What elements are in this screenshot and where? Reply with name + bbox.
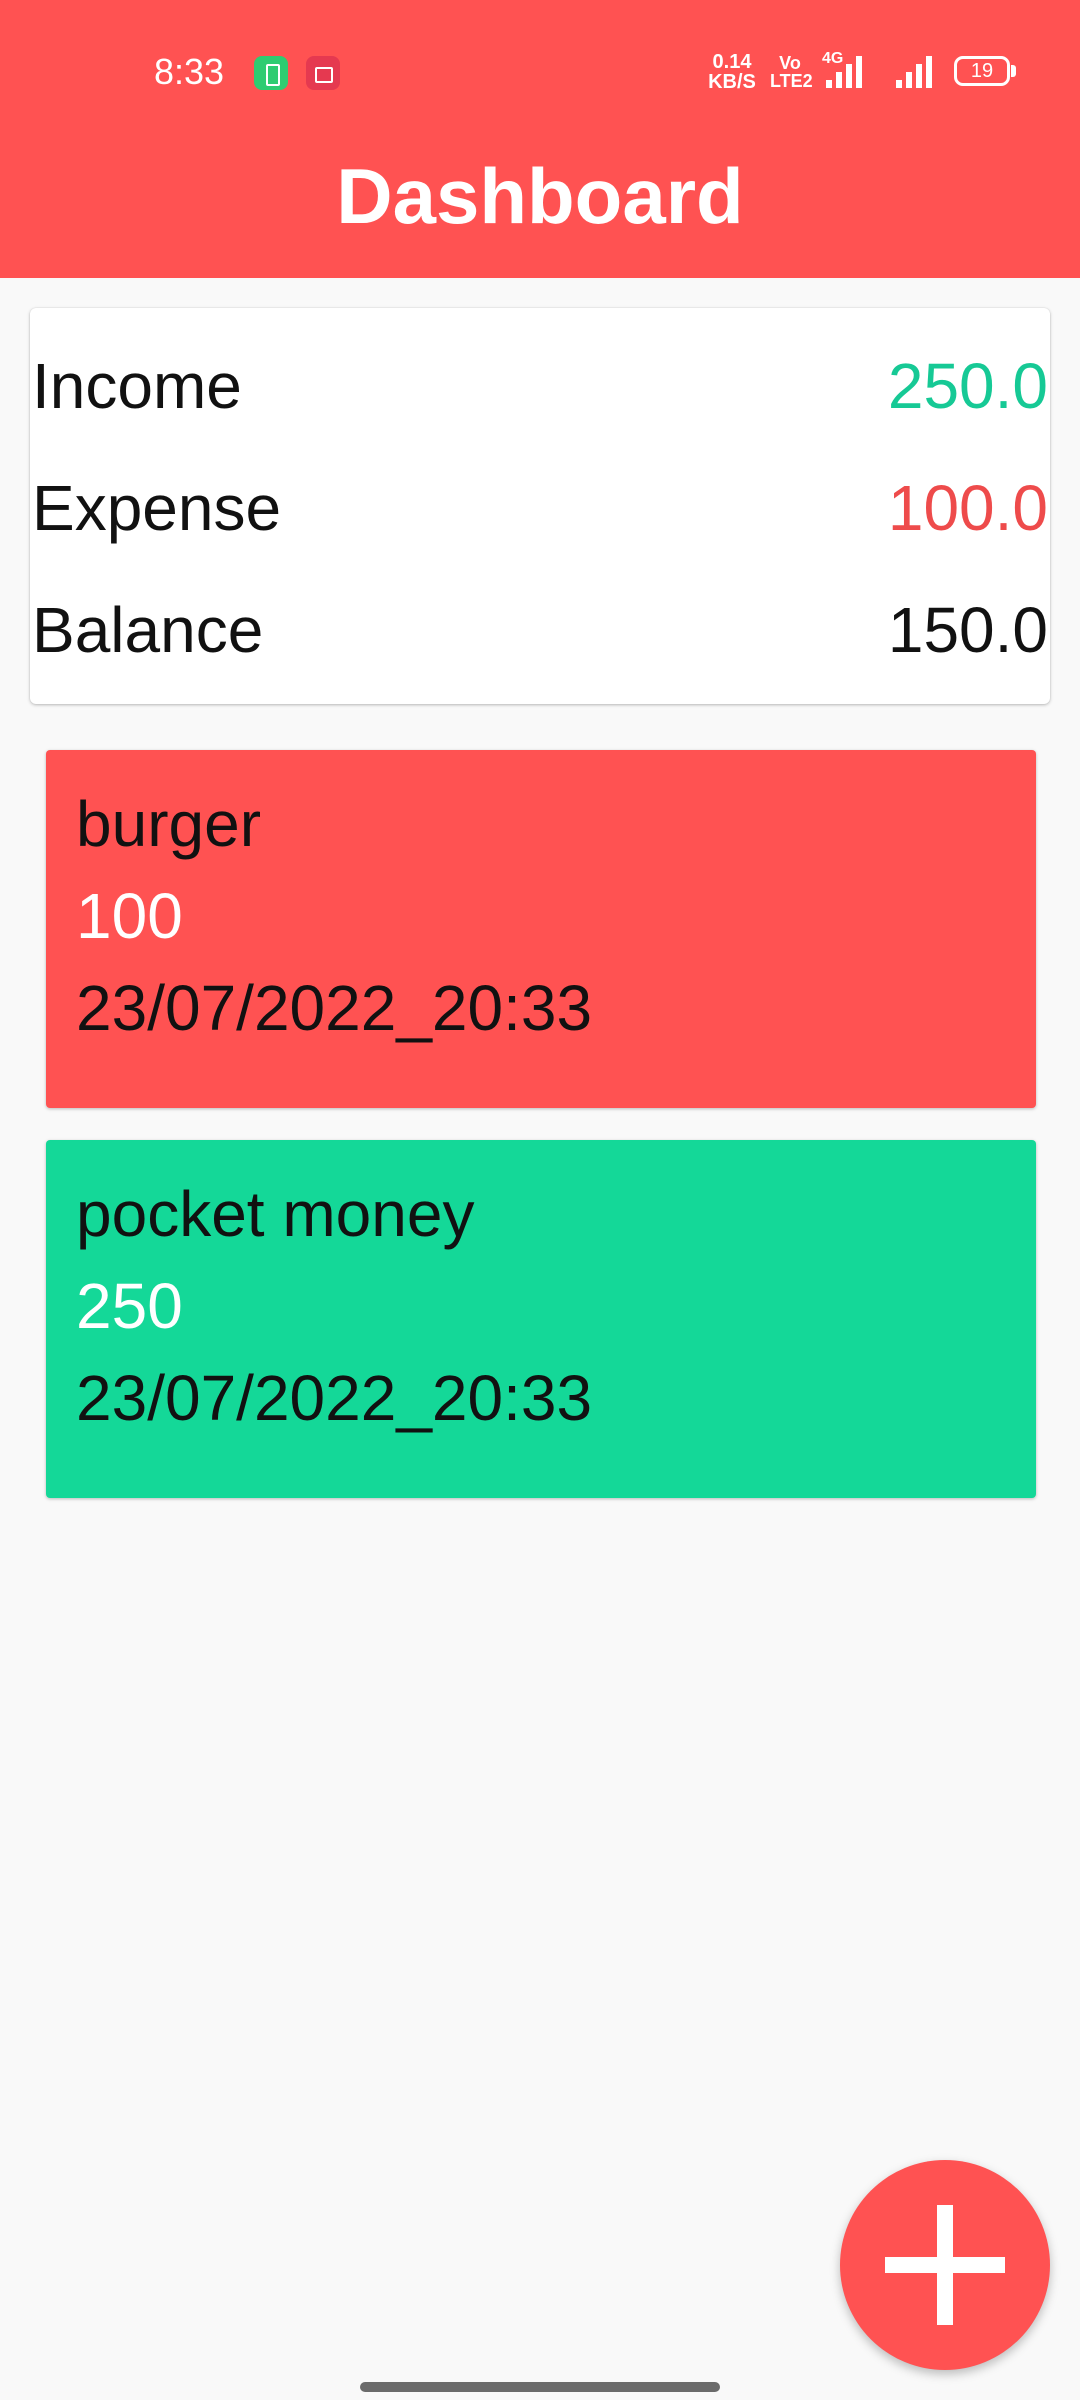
add-transaction-button[interactable] [840, 2160, 1050, 2370]
volte-bottom: LTE2 [770, 71, 813, 91]
transaction-amount: 250 [76, 1270, 183, 1342]
volte-top: Vo [779, 53, 801, 73]
home-indicator[interactable] [360, 2382, 720, 2392]
transaction-card-income[interactable]: pocket money 250 23/07/2022_20:33 [46, 1140, 1036, 1498]
balance-value: 150.0 [887, 594, 1048, 666]
transaction-name: pocket money [76, 1178, 475, 1250]
volte-indicator: Vo LTE2 [770, 53, 813, 91]
status-bar: 8:33 0.14 KB/S Vo LTE2 4G 19 [0, 0, 1080, 140]
signal-strength-icon [826, 54, 862, 88]
expense-row: Expense 100.0 [32, 468, 1048, 548]
battery-tip [1011, 65, 1016, 77]
expense-label: Expense [32, 472, 282, 544]
income-row: Income 250.0 [32, 346, 1048, 426]
battery-level: 19 [970, 60, 994, 82]
battery-icon: 19 [954, 56, 1010, 86]
battery-saver-icon [254, 56, 288, 90]
transaction-card-expense[interactable]: burger 100 23/07/2022_20:33 [46, 750, 1036, 1108]
balance-row: Balance 150.0 [32, 590, 1048, 670]
transaction-name: burger [76, 788, 261, 860]
status-time: 8:33 [154, 51, 225, 92]
transaction-date: 23/07/2022_20:33 [76, 972, 593, 1044]
income-value: 250.0 [887, 350, 1048, 422]
network-speed: 0.14 KB/S [708, 52, 756, 92]
balance-label: Balance [32, 594, 264, 666]
page-title: Dashboard [336, 152, 744, 240]
network-speed-value: 0.14 [712, 51, 752, 73]
expense-value: 100.0 [887, 472, 1048, 544]
screen-record-icon [306, 56, 340, 90]
income-label: Income [32, 350, 242, 422]
signal-strength-icon-2 [896, 54, 932, 88]
app-bar: 8:33 0.14 KB/S Vo LTE2 4G 19 Dashboard [0, 0, 1080, 278]
transaction-amount: 100 [76, 880, 183, 952]
add-icon [885, 2205, 1005, 2325]
network-speed-unit: KB/S [708, 71, 756, 93]
transaction-date: 23/07/2022_20:33 [76, 1362, 593, 1434]
